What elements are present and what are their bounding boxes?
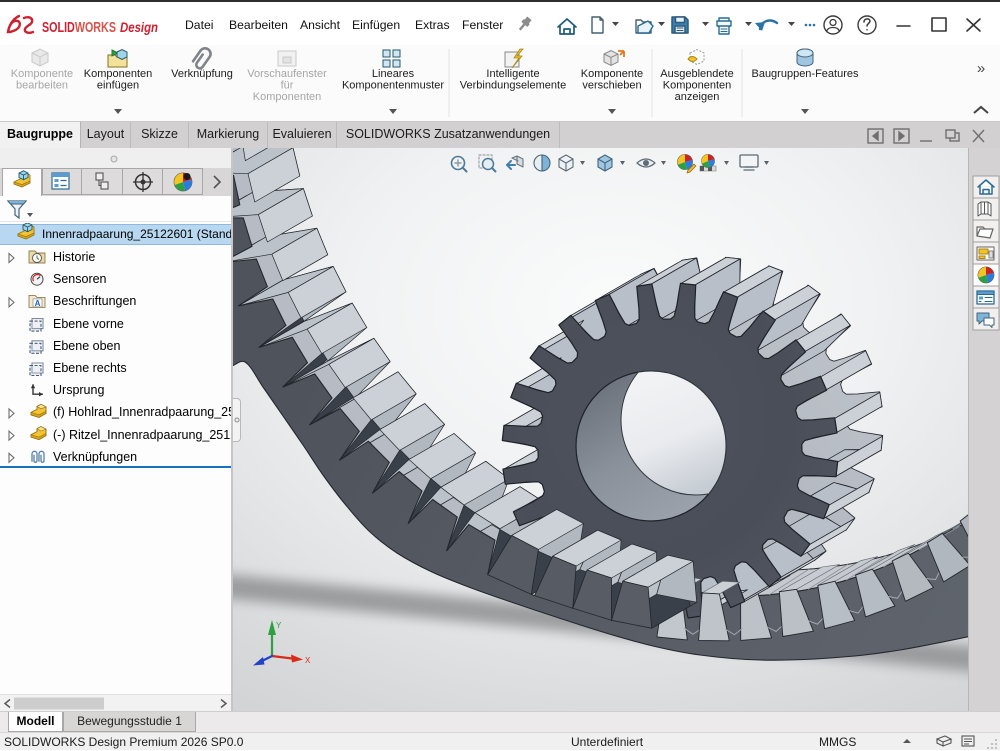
svg-text:anzeigen: anzeigen: [675, 91, 720, 103]
svg-text:Komponenten: Komponenten: [663, 80, 732, 92]
svg-text:Intelligente: Intelligente: [486, 68, 539, 80]
svg-text:SOLIDWORKS: SOLIDWORKS: [42, 20, 116, 36]
svg-text:einfügen: einfügen: [97, 80, 139, 92]
svg-text:Komponenten: Komponenten: [84, 68, 153, 80]
svg-text:Komponenten: Komponenten: [253, 91, 322, 103]
svg-text:verschieben: verschieben: [582, 80, 641, 92]
svg-text:Komponente: Komponente: [11, 68, 73, 80]
svg-text:Verbindungselemente: Verbindungselemente: [460, 80, 566, 92]
svg-text:Ausgeblendete: Ausgeblendete: [660, 68, 733, 80]
svg-text:»: »: [977, 60, 985, 77]
svg-text:A: A: [35, 299, 41, 308]
svg-text:für: für: [281, 80, 294, 92]
svg-text:Design: Design: [120, 20, 158, 35]
svg-text:Verknüpfung: Verknüpfung: [171, 68, 233, 80]
svg-text:bearbeiten: bearbeiten: [16, 80, 68, 92]
svg-text:X: X: [305, 656, 311, 665]
svg-text:Komponente: Komponente: [581, 68, 643, 80]
svg-text:Y: Y: [276, 621, 282, 630]
svg-text:Lineares: Lineares: [372, 68, 415, 80]
svg-text:Baugruppen-Features: Baugruppen-Features: [751, 68, 859, 80]
svg-text:Komponentenmuster: Komponentenmuster: [342, 80, 444, 92]
svg-text:Vorschaufenster: Vorschaufenster: [247, 68, 327, 80]
